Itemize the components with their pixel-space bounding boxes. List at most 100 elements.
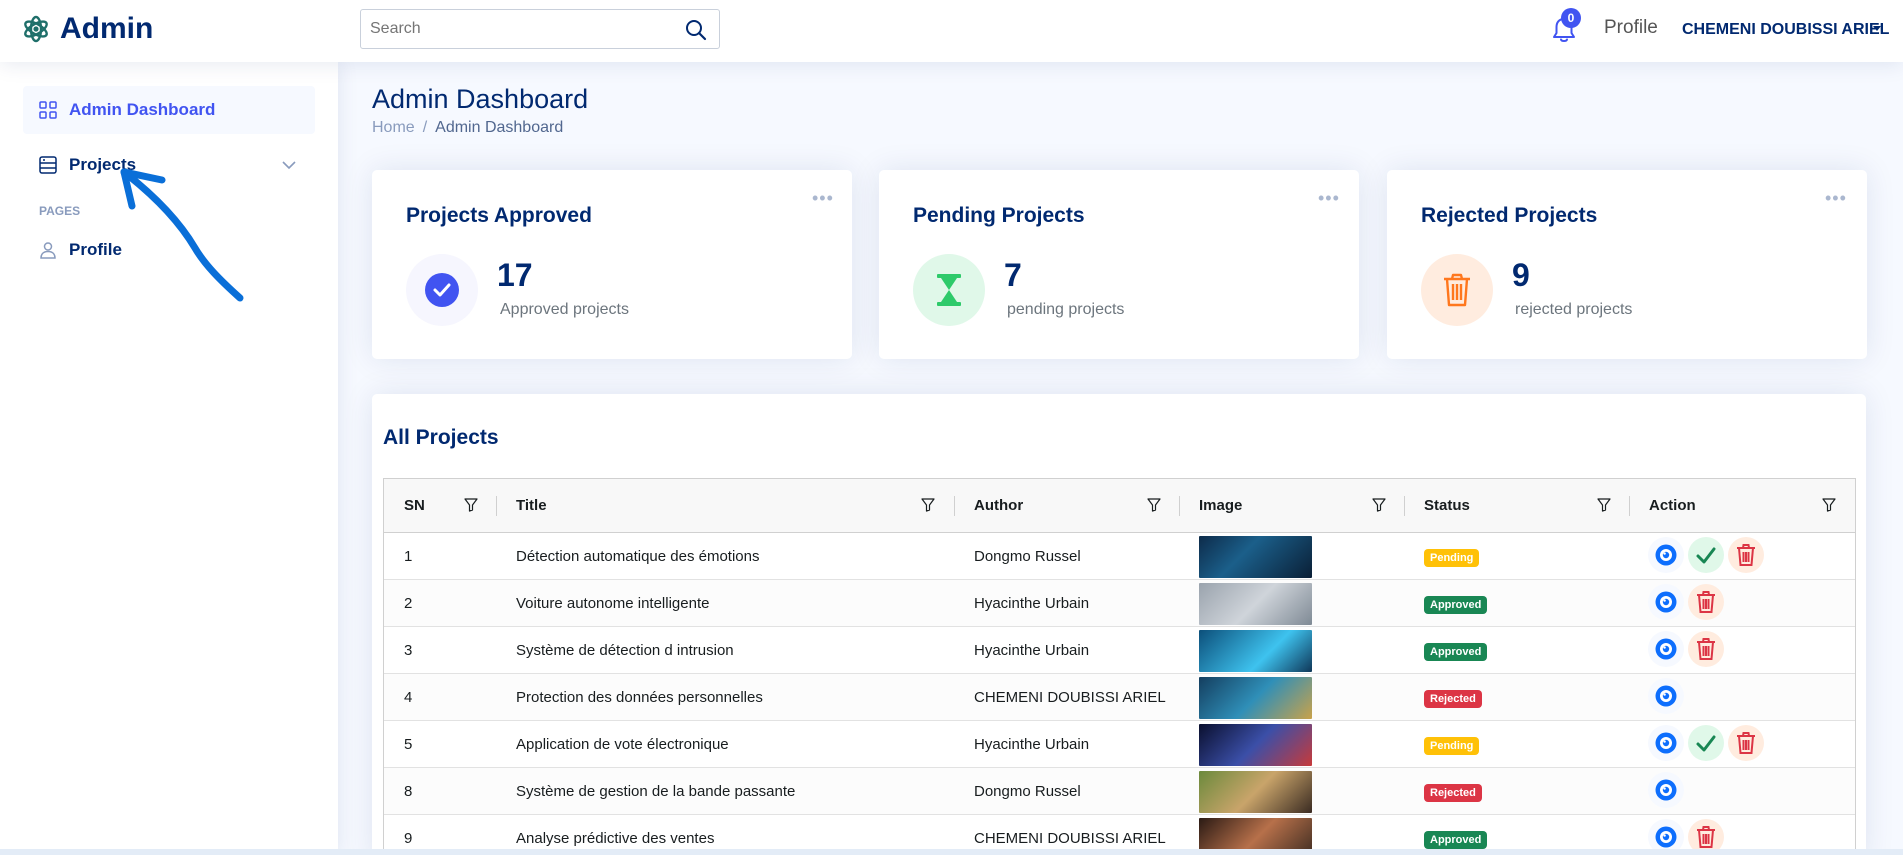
check-icon [1696, 547, 1716, 564]
table-row[interactable]: 2 Voiture autonome intelligente Hyacinthe … [384, 580, 1855, 627]
cell-title: Système de gestion de la bande passante [516, 783, 796, 800]
card-subtitle: Approved projects [500, 301, 629, 318]
cell-title: Application de vote électronique [516, 736, 729, 753]
card-value: 17 [497, 257, 533, 293]
trash-icon [1697, 826, 1715, 848]
check-icon [1696, 735, 1716, 752]
brand-name: Admin [60, 12, 154, 45]
chevron-down-icon[interactable] [281, 157, 297, 173]
column-separator[interactable] [1404, 496, 1405, 516]
delete-button[interactable] [1728, 537, 1764, 573]
status-badge: Rejected [1424, 784, 1482, 802]
trash-icon [1737, 732, 1755, 754]
search-input[interactable] [361, 10, 661, 48]
filter-icon[interactable] [921, 498, 935, 512]
table-row[interactable]: 5 Application de vote électronique Hyacint… [384, 721, 1855, 768]
chevron-down-icon[interactable] [1873, 26, 1881, 31]
check-circle-icon [425, 273, 459, 307]
project-thumbnail[interactable] [1199, 771, 1312, 813]
cell-author: Dongmo Russel [974, 548, 1081, 565]
approve-button[interactable] [1688, 725, 1724, 761]
layout-icon [39, 156, 57, 174]
column-header[interactable]: Action [1649, 479, 1696, 533]
status-badge: Approved [1424, 596, 1488, 614]
trash-icon [1737, 544, 1755, 566]
search-bar [360, 9, 720, 49]
eye-icon [1655, 779, 1677, 801]
column-separator[interactable] [496, 496, 497, 516]
project-thumbnail[interactable] [1199, 630, 1312, 672]
table-row[interactable]: 3 Système de détection d intrusion Hyacint… [384, 627, 1855, 674]
filter-icon[interactable] [1372, 498, 1386, 512]
card-icon-circle [406, 254, 478, 326]
column-separator[interactable] [1629, 496, 1630, 516]
eye-icon [1655, 638, 1677, 660]
search-icon[interactable] [685, 19, 707, 41]
column-header[interactable]: Status [1424, 479, 1470, 533]
filter-icon[interactable] [1147, 498, 1161, 512]
view-button[interactable] [1648, 725, 1684, 761]
view-button[interactable] [1648, 772, 1684, 808]
delete-button[interactable] [1728, 725, 1764, 761]
person-icon [40, 242, 56, 259]
cell-author: Dongmo Russel [974, 783, 1081, 800]
annotation-arrow-icon [120, 168, 244, 302]
cell-author: Hyacinthe Urbain [974, 736, 1090, 753]
card-icon-circle [1421, 254, 1493, 326]
atom-logo-icon [24, 15, 48, 43]
status-badge: Approved [1424, 643, 1488, 661]
cell-sn: 4 [404, 689, 413, 706]
column-header[interactable]: Title [516, 479, 547, 533]
breadcrumb: Home / Admin Dashboard [372, 119, 563, 137]
avatar[interactable]: Profile [1604, 17, 1658, 39]
cell-title: Protection des données personnelles [516, 689, 763, 706]
eye-icon [1655, 826, 1677, 848]
horizontal-scrollbar[interactable] [0, 849, 1903, 855]
trash-icon [1444, 273, 1470, 307]
user-name[interactable]: CHEMENI DOUBISSI ARIEL [1682, 21, 1889, 39]
view-button[interactable] [1648, 678, 1684, 714]
status-badge: Pending [1424, 549, 1480, 567]
view-button[interactable] [1648, 631, 1684, 667]
status-badge: Pending [1424, 737, 1480, 755]
table-row[interactable]: 1 Détection automatique des émotions Dongm… [384, 533, 1855, 580]
top-header: Admin 0 Profile CHEMENI DOUBISSI ARIEL [0, 0, 1903, 62]
eye-icon [1655, 732, 1677, 754]
cell-title: Détection automatique des émotions [516, 548, 760, 565]
breadcrumb-home-link[interactable]: Home [372, 119, 415, 137]
cell-title: Voiture autonome intelligente [516, 595, 710, 612]
project-thumbnail[interactable] [1199, 583, 1312, 625]
table-row[interactable]: 4 Protection des données personnelles CHEM… [384, 674, 1855, 721]
cell-sn: 3 [404, 642, 413, 659]
status-badge: Rejected [1424, 690, 1482, 708]
brand-logo[interactable]: Admin [22, 12, 153, 46]
column-separator[interactable] [1179, 496, 1180, 516]
column-header[interactable]: Author [974, 479, 1023, 533]
table-row[interactable]: 8 Système de gestion de la bande passante… [384, 768, 1855, 815]
approve-button[interactable] [1688, 537, 1724, 573]
more-options-icon[interactable]: ••• [1825, 188, 1881, 209]
view-button[interactable] [1648, 584, 1684, 620]
column-header[interactable]: Image [1199, 479, 1242, 533]
filter-icon[interactable] [1597, 498, 1611, 512]
filter-icon[interactable] [1822, 498, 1836, 512]
cell-title: Système de détection d intrusion [516, 642, 734, 659]
delete-button[interactable] [1688, 584, 1724, 620]
approved-projects-card: Projects Approved 17 Approved projects [372, 170, 852, 359]
column-header[interactable]: SN [404, 479, 425, 533]
trash-icon [1697, 638, 1715, 660]
projects-table: SN Title Author Image Status Action 1 Détectio… [383, 478, 1856, 855]
view-button[interactable] [1648, 537, 1684, 573]
project-thumbnail[interactable] [1199, 677, 1312, 719]
cell-author: Hyacinthe Urbain [974, 642, 1090, 659]
project-thumbnail[interactable] [1199, 536, 1312, 578]
page-title: Admin Dashboard [372, 84, 589, 114]
column-separator[interactable] [954, 496, 955, 516]
delete-button[interactable] [1688, 631, 1724, 667]
trash-icon [1697, 591, 1715, 613]
filter-icon[interactable] [464, 498, 478, 512]
hourglass-icon [937, 274, 961, 306]
project-thumbnail[interactable] [1199, 724, 1312, 766]
cell-author: CHEMENI DOUBISSI ARIEL [974, 689, 1166, 706]
sidebar-item-admin-dashboard[interactable]: Admin Dashboard [23, 86, 315, 134]
